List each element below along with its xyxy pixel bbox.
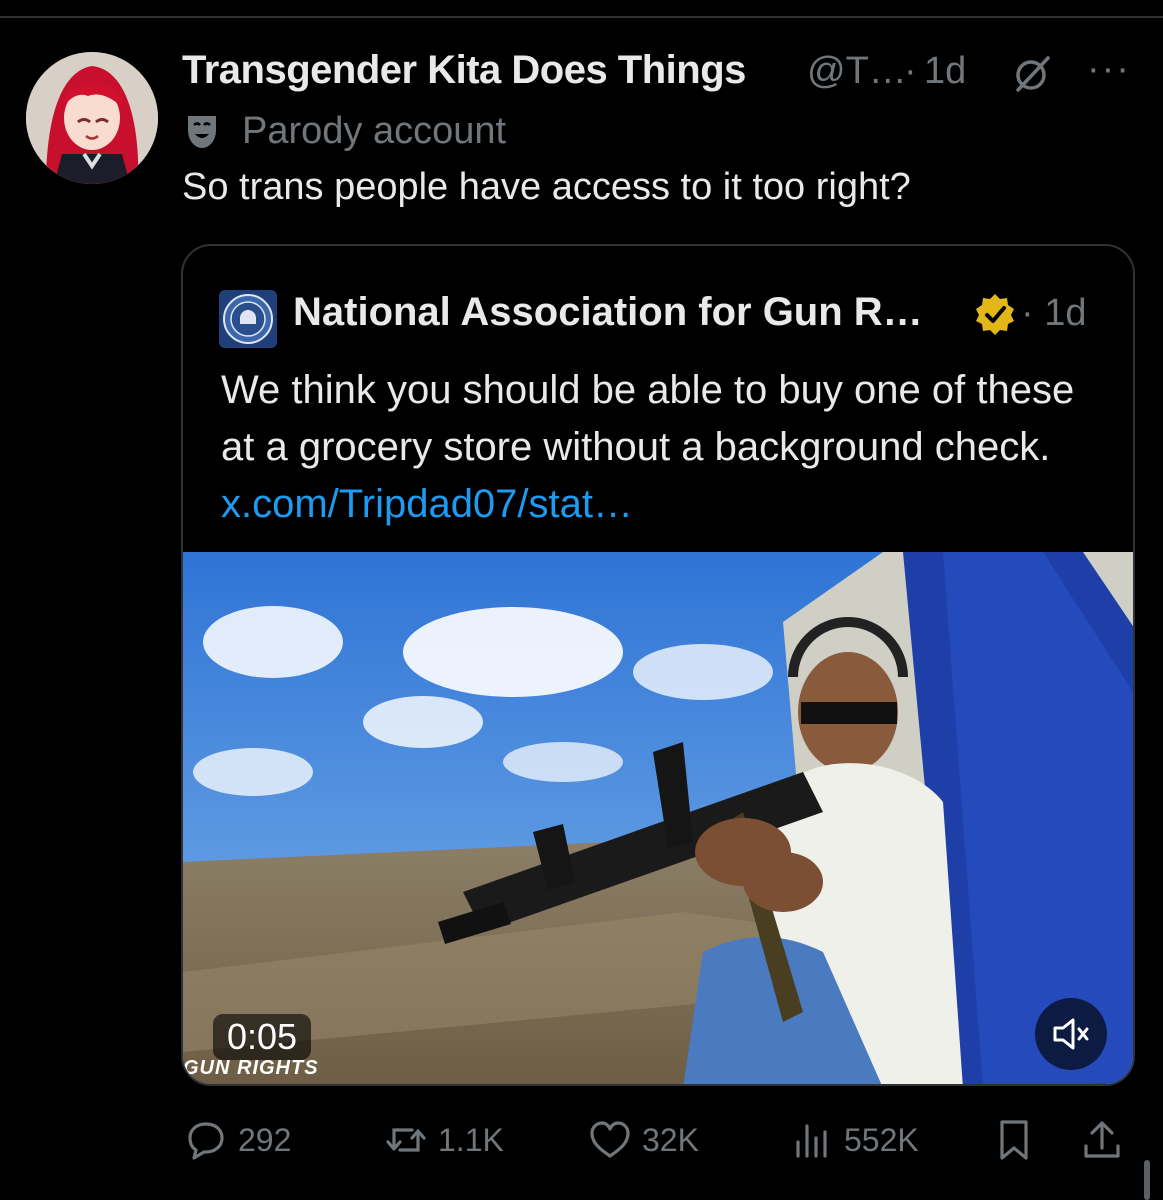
theater-mask-icon: [188, 116, 216, 148]
reply-icon: [188, 1122, 224, 1160]
share-icon: [1084, 1121, 1120, 1158]
video-watermark: GUN RIGHTS: [183, 1057, 319, 1079]
mute-button[interactable]: [1035, 998, 1107, 1070]
quote-author-name[interactable]: National Association for Gun R…: [293, 290, 923, 335]
tweet-header: Transgender Kita Does Things @T… · 1d ··…: [182, 44, 1142, 104]
author-handle[interactable]: @T…: [807, 50, 907, 93]
repost-button[interactable]: 1.1K: [384, 1112, 504, 1168]
bookmark-button[interactable]: [992, 1112, 1036, 1168]
speaker-muted-icon: [1053, 1018, 1089, 1050]
separator-dot: ·: [904, 50, 917, 92]
repost-count: 1.1K: [438, 1121, 504, 1158]
quote-author-avatar[interactable]: [219, 290, 277, 348]
reply-count: 292: [238, 1121, 292, 1158]
reply-button[interactable]: 292: [184, 1112, 291, 1168]
analytics-icon: [796, 1124, 827, 1158]
quoted-tweet[interactable]: National Association for Gun R… · 1d We …: [181, 244, 1135, 1086]
like-count: 32K: [642, 1121, 699, 1158]
scrollbar[interactable]: [1144, 1160, 1150, 1200]
heart-icon: [590, 1121, 630, 1158]
bookmark-icon: [1000, 1120, 1028, 1160]
like-button[interactable]: 32K: [588, 1112, 699, 1168]
views-count: 552K: [844, 1121, 919, 1158]
quote-body: We think you should be able to buy one o…: [221, 368, 1075, 469]
repost-icon: [386, 1128, 426, 1152]
parody-account-label: Parody account: [242, 110, 507, 152]
video-player[interactable]: GUN RIGHTS 0:05: [183, 552, 1133, 1084]
author-avatar[interactable]: [26, 52, 158, 184]
grok-icon[interactable]: [1012, 54, 1052, 94]
share-button[interactable]: [1080, 1112, 1124, 1168]
more-options-icon[interactable]: ···: [1087, 48, 1131, 91]
post-time[interactable]: 1d: [924, 50, 966, 93]
anime-avatar-icon: [26, 52, 158, 184]
quote-time: · 1d: [1021, 292, 1087, 334]
views-button[interactable]: 552K: [790, 1112, 919, 1168]
author-display-name[interactable]: Transgender Kita Does Things: [182, 48, 746, 93]
quote-link[interactable]: x.com/Tripdad07/stat…: [221, 482, 633, 526]
verified-badge-icon[interactable]: [973, 292, 1017, 336]
video-duration: 0:05: [213, 1014, 312, 1060]
tweet-text: So trans people have access to it too ri…: [182, 166, 911, 208]
video-frame: [183, 552, 1133, 1084]
seal-logo-icon: [219, 290, 277, 348]
action-bar: 292 1.1K 32K 552K: [184, 1112, 1144, 1168]
top-divider: [0, 16, 1163, 18]
quote-text: We think you should be able to buy one o…: [221, 362, 1101, 533]
